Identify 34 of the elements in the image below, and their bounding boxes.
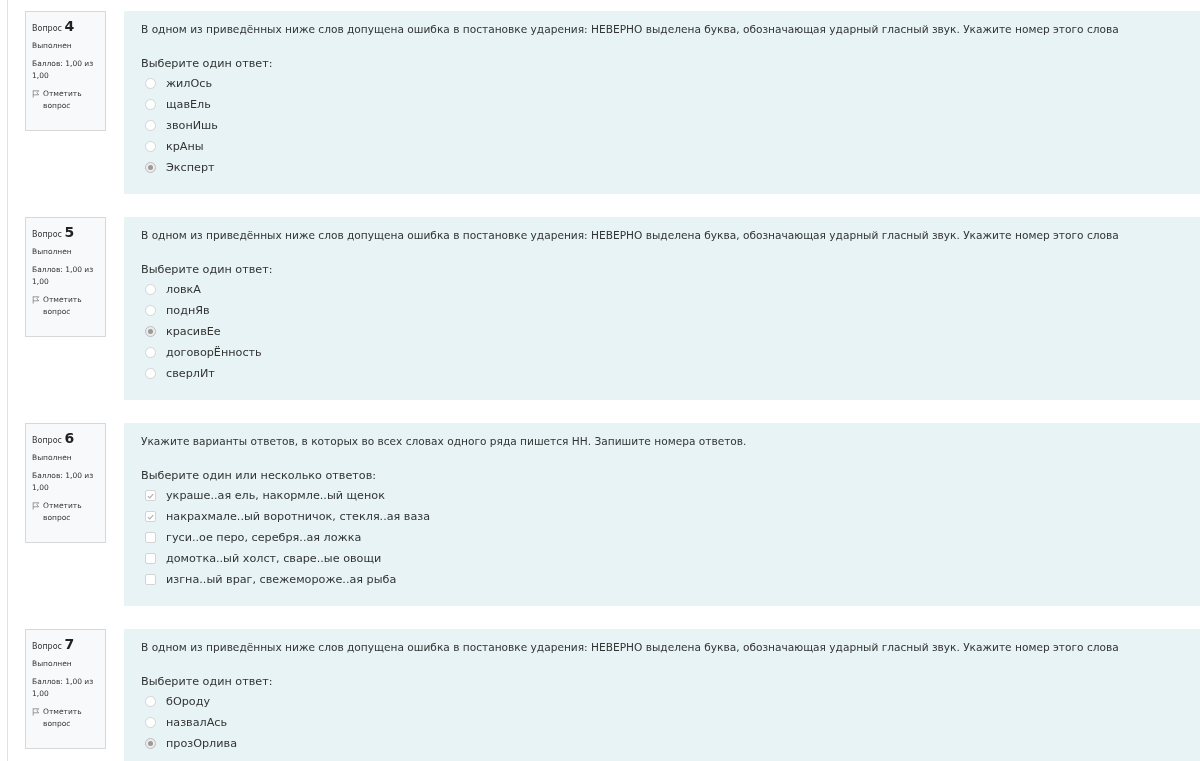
question-label: Вопрос: [32, 642, 62, 651]
answer-option[interactable]: ловкА: [166, 283, 201, 296]
answer-option[interactable]: накрахмале..ый воротничок, стекля..ая ваза: [166, 510, 431, 523]
question-number: 7: [64, 636, 75, 652]
question-text: Укажите варианты ответов, в которых во всех словах одного ряда пишется НН. Запишите номера ответов.: [141, 434, 748, 449]
answer-option[interactable]: сверлИт: [166, 367, 215, 380]
answer-prompt: Выберите один или несколько ответов:: [141, 468, 377, 484]
question-number: 5: [64, 224, 75, 240]
question-label: Вопрос: [32, 230, 62, 239]
answer-option[interactable]: гуси..ое перо, серебря..ая ложка: [166, 531, 362, 544]
answer-prompt: Выберите один ответ:: [141, 56, 274, 72]
answer-option[interactable]: украше..ая ель, накормле..ый щенок: [166, 489, 385, 502]
question-label: Вопрос: [32, 436, 62, 445]
question-label: Вопрос: [32, 24, 62, 33]
question-text: В одном из приведённых ниже слов допущена ошибка в постановке ударения: НЕВЕРНО выделена буква, обозначающая ударный гласный звук. Укажите номер этого слова: [141, 640, 1120, 655]
answer-option[interactable]: изгна..ый враг, свежемороже..ая рыба: [166, 573, 397, 586]
answer-option[interactable]: договорЁнность: [166, 346, 262, 359]
answer-option[interactable]: Эксперт: [166, 161, 215, 174]
answer-option[interactable]: прозОрлива: [166, 737, 237, 750]
answer-option[interactable]: жилОсь: [166, 77, 213, 90]
answer-option[interactable]: щавЕль: [166, 98, 211, 111]
answer-option[interactable]: красивЕе: [166, 325, 221, 338]
answer-prompt: Выберите один ответ:: [141, 674, 274, 690]
answer-option[interactable]: поднЯв: [166, 304, 210, 317]
question-number: 6: [64, 430, 75, 446]
answer-prompt: Выберите один ответ:: [141, 262, 274, 278]
question-text: В одном из приведённых ниже слов допущена ошибка в постановке ударения: НЕВЕРНО выделена буква, обозначающая ударный гласный звук. Укажите номер этого слова: [141, 22, 1120, 37]
answer-option[interactable]: домотка..ый холст, сваре..ые овощи: [166, 552, 382, 565]
question-number: 4: [64, 18, 75, 34]
answer-option[interactable]: крАны: [166, 140, 204, 153]
answer-option[interactable]: бОроду: [166, 695, 210, 708]
answer-option[interactable]: звонИшь: [166, 119, 218, 132]
question-text: В одном из приведённых ниже слов допущена ошибка в постановке ударения: НЕВЕРНО выделена буква, обозначающая ударный гласный звук. Укажите номер этого слова: [141, 228, 1120, 243]
answer-option[interactable]: назвалАсь: [166, 716, 228, 729]
